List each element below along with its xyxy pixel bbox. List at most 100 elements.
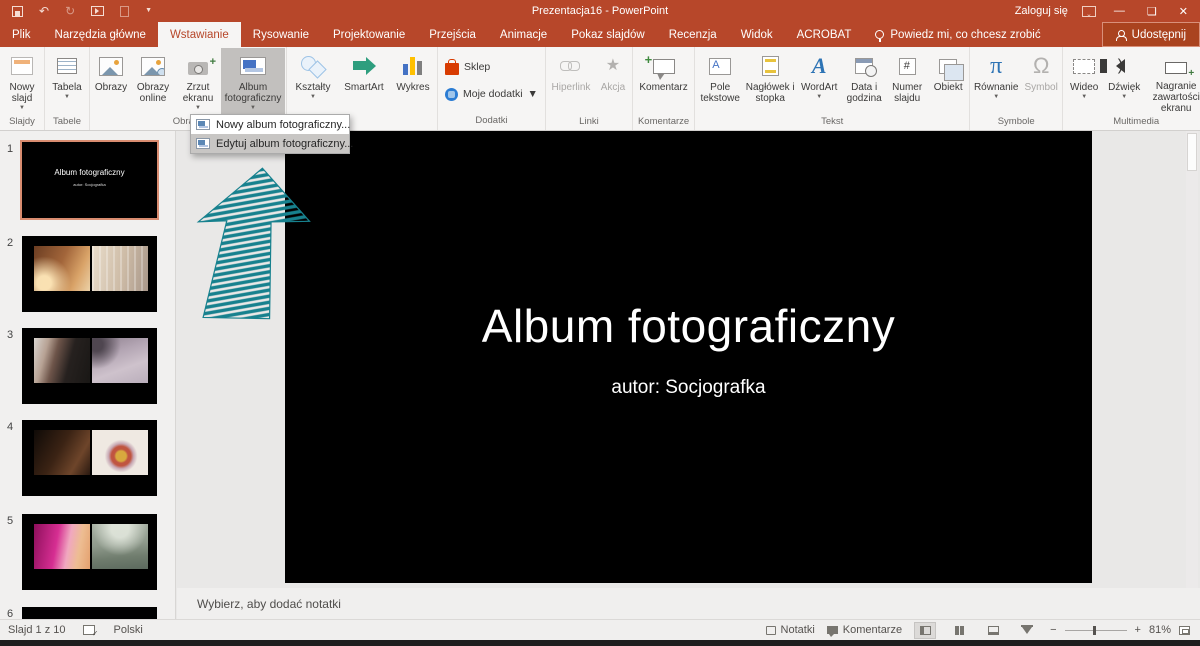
slide-number-icon: [899, 58, 916, 75]
screen-recording-button[interactable]: Nagranie zawartości ekranu: [1144, 48, 1200, 114]
chart-icon: [403, 57, 423, 75]
slide-sorter-icon: [955, 626, 964, 635]
zoom-level[interactable]: 81%: [1149, 624, 1171, 636]
tell-me-box[interactable]: Powiedz mi, co chcesz zrobić: [863, 22, 1052, 47]
notes-icon: [766, 626, 776, 635]
new-slide-button[interactable]: Nowy slajd ▼: [1, 48, 43, 114]
hyperlink-button: Hiperlink: [547, 48, 595, 114]
tab-plik[interactable]: Plik: [0, 22, 43, 47]
zoom-in-button[interactable]: +: [1135, 624, 1141, 636]
omega-icon: Ω: [1033, 55, 1049, 77]
menu-item-edit-photo-album[interactable]: Edytuj album fotograficzny...: [191, 134, 349, 153]
slide-thumbnail-5[interactable]: [22, 514, 157, 590]
tab-widok[interactable]: Widok: [729, 22, 785, 47]
photo-album-dropdown: Nowy album fotograficzny... Edytuj album…: [190, 114, 350, 154]
spellcheck-icon[interactable]: [83, 625, 95, 635]
screenshot-button[interactable]: Zrzut ekranu ▼: [175, 48, 221, 114]
undo-icon[interactable]: ↶: [39, 5, 49, 17]
tab-przejscia[interactable]: Przejścia: [417, 22, 488, 47]
slide-sorter-view-button[interactable]: [948, 622, 970, 639]
slide-thumbnail-1[interactable]: Album fotograficzny autor: Socjografka: [22, 142, 157, 218]
object-button[interactable]: Obiekt: [928, 48, 968, 114]
tab-recenzja[interactable]: Recenzja: [657, 22, 729, 47]
slide-subtitle[interactable]: autor: Socjografka: [285, 377, 1092, 399]
slide-thumbnail-3[interactable]: [22, 328, 157, 404]
quick-access-toolbar: ↶ ↻ ▼: [0, 5, 152, 17]
date-time-button[interactable]: Data i godzina: [842, 48, 886, 114]
slideshow-view-button[interactable]: [1016, 622, 1038, 639]
save-icon[interactable]: [12, 6, 23, 17]
notes-toggle[interactable]: Notatki: [766, 624, 815, 636]
fit-to-window-icon[interactable]: [1179, 626, 1190, 635]
comment-button[interactable]: Komentarz: [635, 48, 693, 114]
group-label: Dodatki: [439, 113, 544, 130]
close-button[interactable]: ✕: [1175, 5, 1192, 18]
tab-acrobat[interactable]: ACROBAT: [785, 22, 864, 47]
slide-thumbnail-6[interactable]: [22, 607, 157, 619]
language-label[interactable]: Polski: [113, 624, 142, 636]
slide-thumbnail-2[interactable]: [22, 236, 157, 312]
photo-album-edit-icon: [196, 138, 210, 149]
tab-narzedzia-glowne[interactable]: Narzędzia główne: [43, 22, 158, 47]
smartart-button[interactable]: SmartArt: [338, 48, 390, 114]
pi-icon: π: [990, 54, 1002, 78]
qat-customize-caret-icon[interactable]: ▼: [145, 5, 152, 17]
tab-pokaz-slajdow[interactable]: Pokaz slajdów: [559, 22, 657, 47]
thumb-number: 4: [7, 421, 19, 433]
normal-view-icon: [920, 626, 931, 635]
photo-album-button[interactable]: Album fotograficzny ▼: [221, 48, 285, 114]
thumb-number: 6: [7, 608, 19, 619]
audio-button[interactable]: Dźwięk ▼: [1104, 48, 1144, 114]
reading-view-button[interactable]: [982, 622, 1004, 639]
tell-me-label: Powiedz mi, co chcesz zrobić: [890, 29, 1040, 41]
share-button[interactable]: Udostępnij: [1102, 22, 1200, 47]
notes-area[interactable]: Wybierz, aby dodać notatki: [177, 588, 1200, 619]
equation-button[interactable]: π Równanie ▼: [971, 48, 1021, 114]
slide-counter: Slajd 1 z 10: [8, 624, 65, 636]
bottom-edge: [0, 640, 1200, 646]
tab-animacje[interactable]: Animacje: [488, 22, 559, 47]
my-addins-button[interactable]: Moje dodatki ▼: [439, 81, 544, 108]
pictures-button[interactable]: Obrazy: [91, 48, 131, 114]
store-button[interactable]: Sklep: [439, 54, 496, 81]
maximize-button[interactable]: ❑: [1143, 5, 1161, 18]
thumbnail-photo: [34, 524, 90, 569]
tab-wstawianie[interactable]: Wstawianie: [158, 22, 241, 47]
vertical-scrollbar[interactable]: [1186, 131, 1198, 588]
zoom-slider-thumb[interactable]: [1093, 626, 1096, 635]
slide-title[interactable]: Album fotograficzny: [285, 299, 1092, 353]
group-linki: Hiperlink ★ Akcja Linki: [546, 47, 633, 130]
slide-thumbnail-panel[interactable]: 1 Album fotograficzny autor: Socjografka…: [0, 131, 176, 619]
slide-thumbnail-4[interactable]: [22, 420, 157, 496]
zoom-out-button[interactable]: −: [1050, 624, 1056, 636]
slide-canvas[interactable]: Album fotograficzny autor: Socjografka: [285, 131, 1092, 583]
shapes-button[interactable]: Kształty ▼: [288, 48, 338, 114]
slide-number-button[interactable]: Numer slajdu: [886, 48, 928, 114]
smartart-icon: [353, 57, 375, 75]
video-button[interactable]: Wideo ▼: [1064, 48, 1104, 114]
hyperlink-icon: [560, 58, 582, 74]
zoom-slider[interactable]: [1065, 630, 1127, 631]
tab-rysowanie[interactable]: Rysowanie: [241, 22, 321, 47]
minimize-button[interactable]: —: [1110, 5, 1129, 17]
thumbnail-photo: [92, 338, 148, 383]
tab-projektowanie[interactable]: Projektowanie: [321, 22, 417, 47]
ribbon-display-options-icon[interactable]: [1082, 6, 1096, 17]
table-icon: [57, 58, 77, 74]
chart-button[interactable]: Wykres: [390, 48, 436, 114]
wordart-button[interactable]: A WordArt ▼: [796, 48, 842, 114]
dropdown-caret-icon: ▼: [528, 88, 538, 100]
normal-view-button[interactable]: [914, 622, 936, 639]
table-button[interactable]: Tabela ▼: [46, 48, 88, 114]
header-footer-button[interactable]: Nagłówek i stopka: [744, 48, 796, 114]
text-box-button[interactable]: Pole tekstowe: [696, 48, 744, 114]
sign-in-link[interactable]: Zaloguj się: [1015, 5, 1068, 17]
group-dodatki: Sklep Moje dodatki ▼ Dodatki: [438, 47, 546, 130]
comments-toggle[interactable]: Komentarze: [827, 624, 902, 636]
online-pictures-button[interactable]: Obrazy online: [131, 48, 175, 114]
symbol-button: Ω Symbol: [1021, 48, 1061, 114]
start-slideshow-icon[interactable]: [91, 6, 104, 16]
menu-item-new-photo-album[interactable]: Nowy album fotograficzny...: [191, 115, 349, 134]
comment-icon: [653, 59, 675, 74]
scrollbar-thumb[interactable]: [1187, 133, 1197, 171]
